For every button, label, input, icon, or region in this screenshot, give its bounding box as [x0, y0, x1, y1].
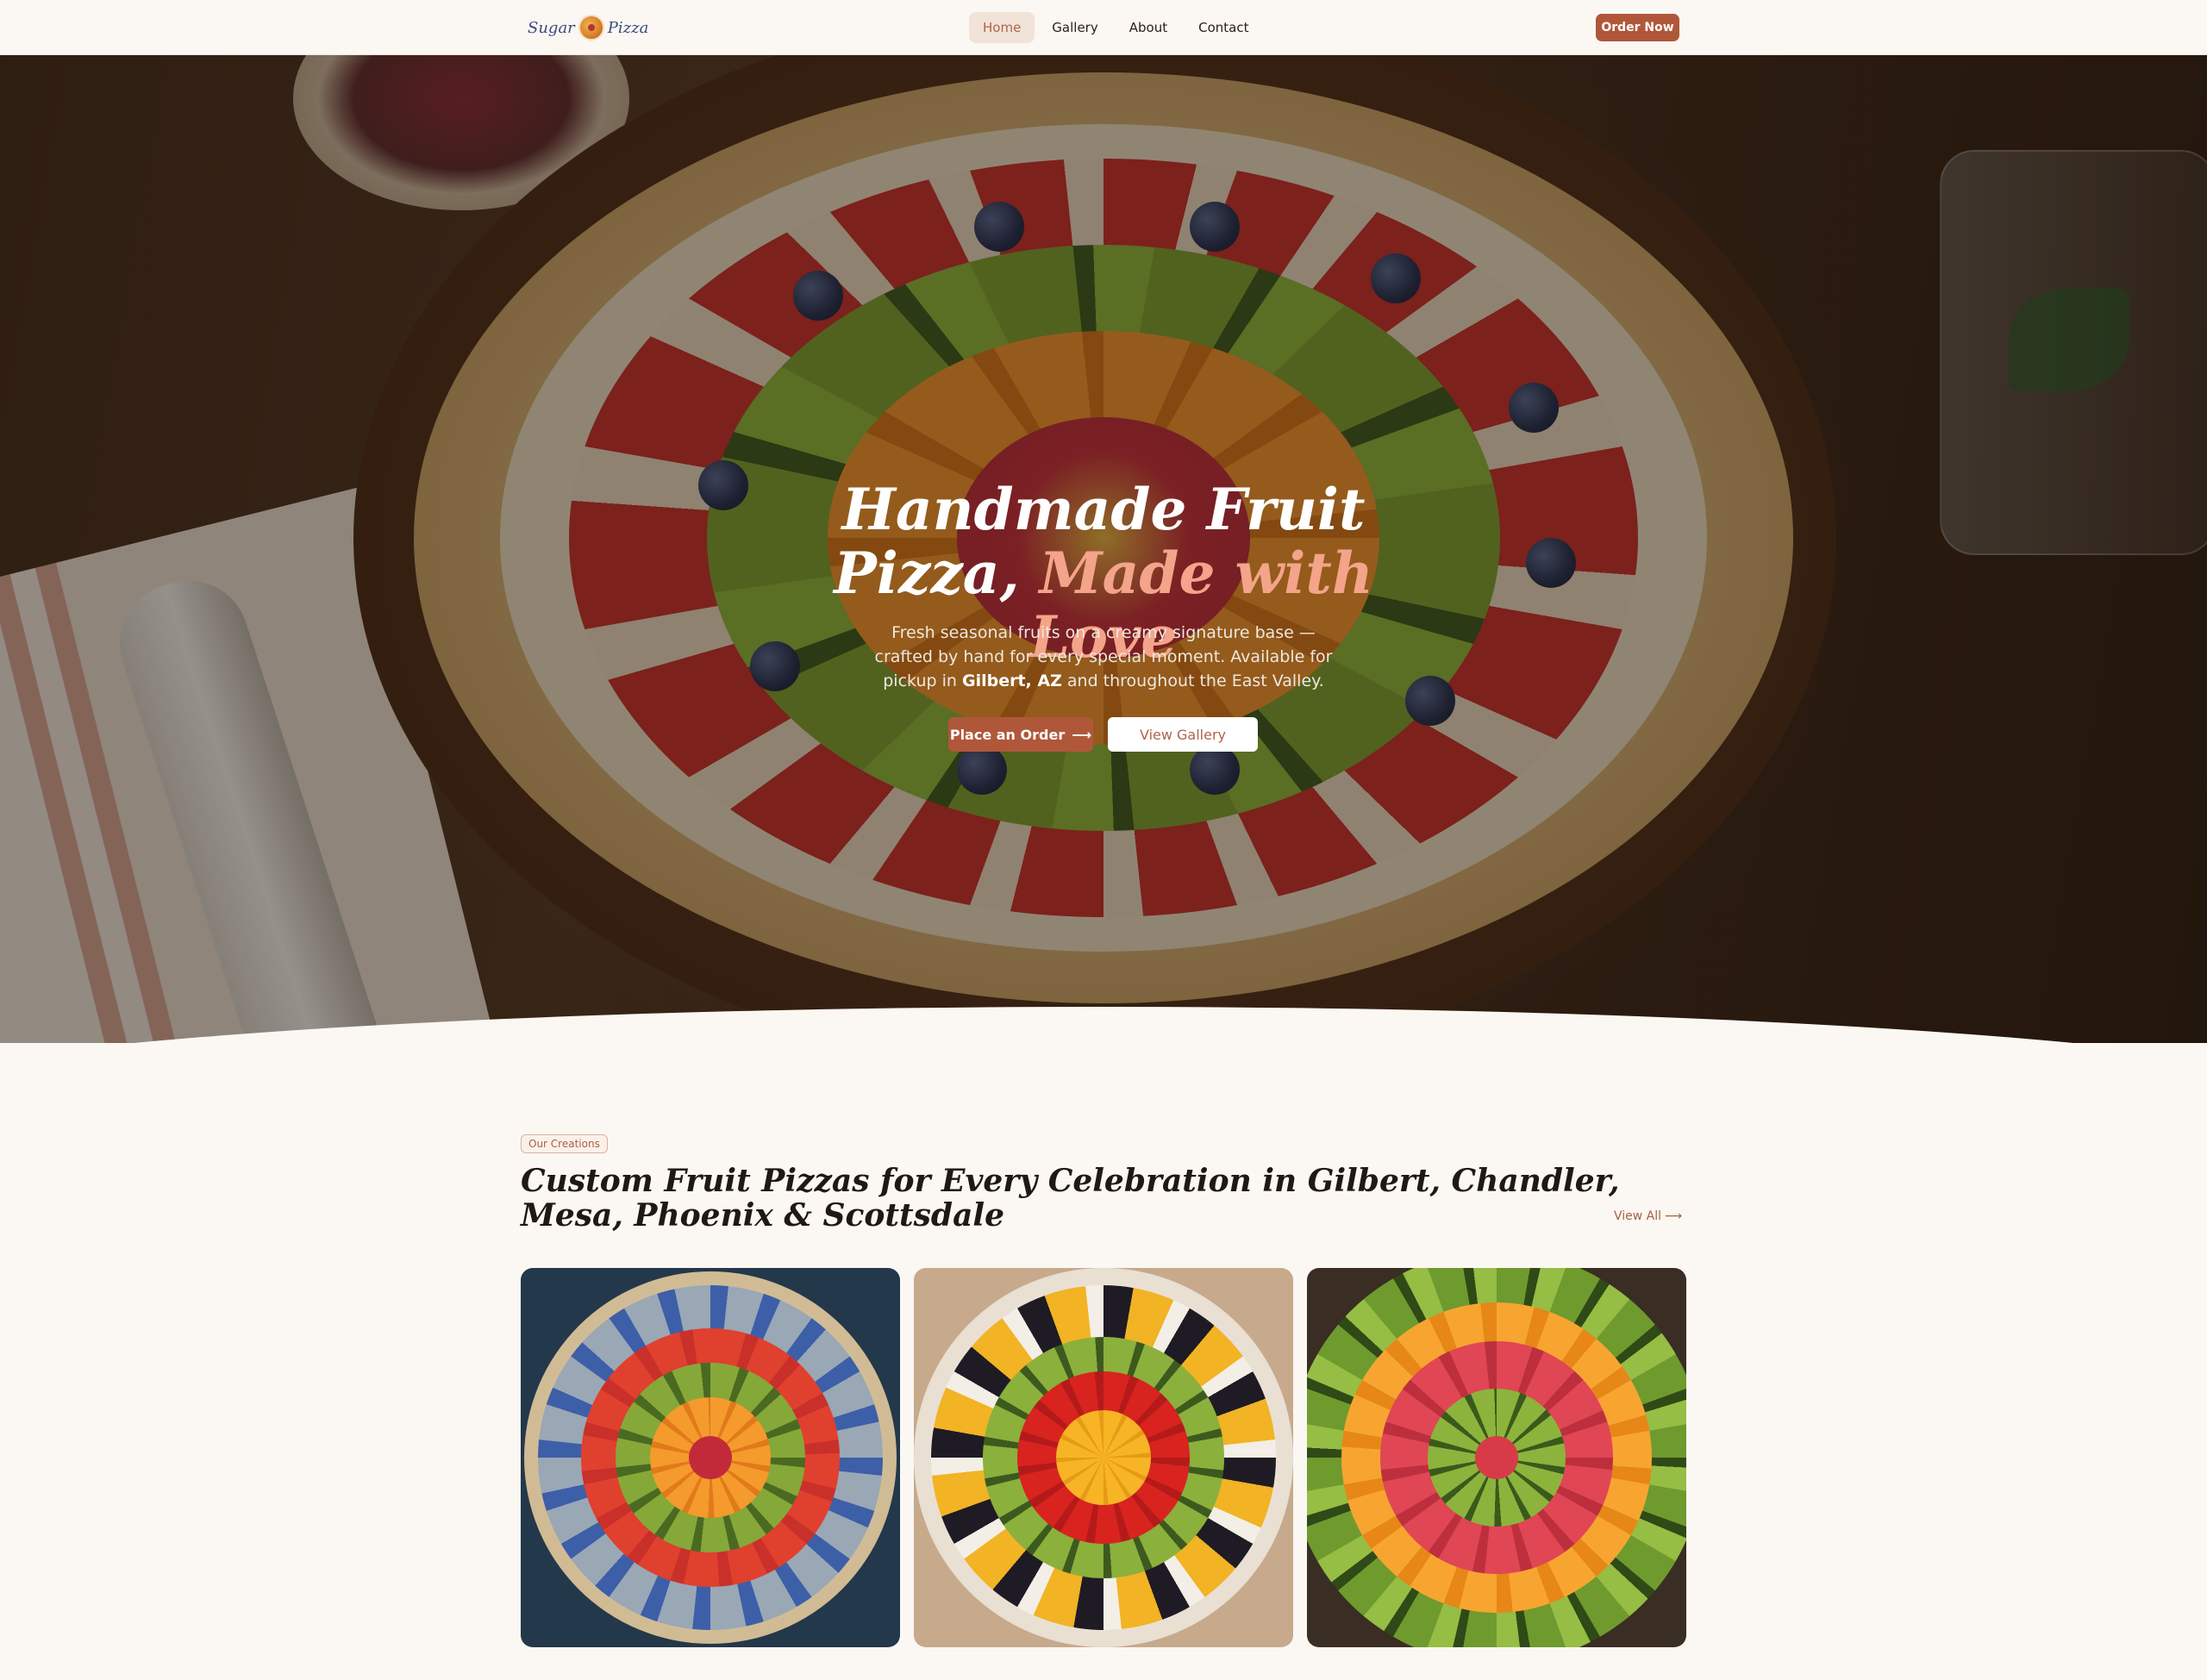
arrow-right-icon: ⟶ — [1072, 726, 1092, 743]
nav-link-contact[interactable]: Contact — [1185, 12, 1262, 43]
strawberry-center-decor — [1475, 1436, 1518, 1479]
view-all-link[interactable]: View All ⟶ — [1614, 1209, 1682, 1223]
nav-links: Home Gallery About Contact — [969, 12, 1262, 43]
section-badge: Our Creations — [521, 1134, 608, 1153]
gallery-card[interactable] — [914, 1268, 1293, 1647]
nav-link-about[interactable]: About — [1116, 12, 1181, 43]
logo-text-left: Sugar — [528, 18, 575, 37]
logo[interactable]: Sugar Pizza — [528, 10, 648, 45]
hero-title-line2: Pizza, — [834, 540, 1040, 607]
hero-subtitle-location: Gilbert, AZ — [961, 671, 1062, 690]
hero-subtitle-part2: and throughout the East Valley. — [1061, 671, 1324, 690]
place-order-button[interactable]: Place an Order ⟶ — [948, 717, 1093, 752]
nav-link-home[interactable]: Home — [969, 12, 1035, 43]
mango-center-decor — [1056, 1410, 1151, 1505]
place-order-label: Place an Order — [949, 726, 1066, 743]
top-nav: Sugar Pizza Home Gallery About Contact O… — [0, 0, 2207, 55]
nav-link-gallery[interactable]: Gallery — [1038, 12, 1111, 43]
gallery-card[interactable] — [1307, 1268, 1686, 1647]
order-now-button[interactable]: Order Now — [1596, 14, 1679, 41]
section-title: Custom Fruit Pizzas for Every Celebratio… — [521, 1163, 1620, 1233]
view-gallery-button[interactable]: View Gallery — [1108, 717, 1258, 752]
arrow-right-icon: ⟶ — [1665, 1209, 1683, 1223]
hero-subtitle: Fresh seasonal fruits on a creamy signat… — [871, 621, 1336, 693]
raspberry-center-decor — [689, 1436, 732, 1479]
hero-title-line1: Handmade Fruit — [841, 476, 1366, 543]
logo-pizza-icon — [578, 15, 604, 41]
view-all-label: View All — [1614, 1209, 1662, 1223]
gallery-card[interactable] — [521, 1268, 900, 1647]
logo-text-right: Pizza — [607, 18, 649, 37]
hero-section: Handmade Fruit Pizza, Made with Love Fre… — [0, 55, 2207, 1043]
